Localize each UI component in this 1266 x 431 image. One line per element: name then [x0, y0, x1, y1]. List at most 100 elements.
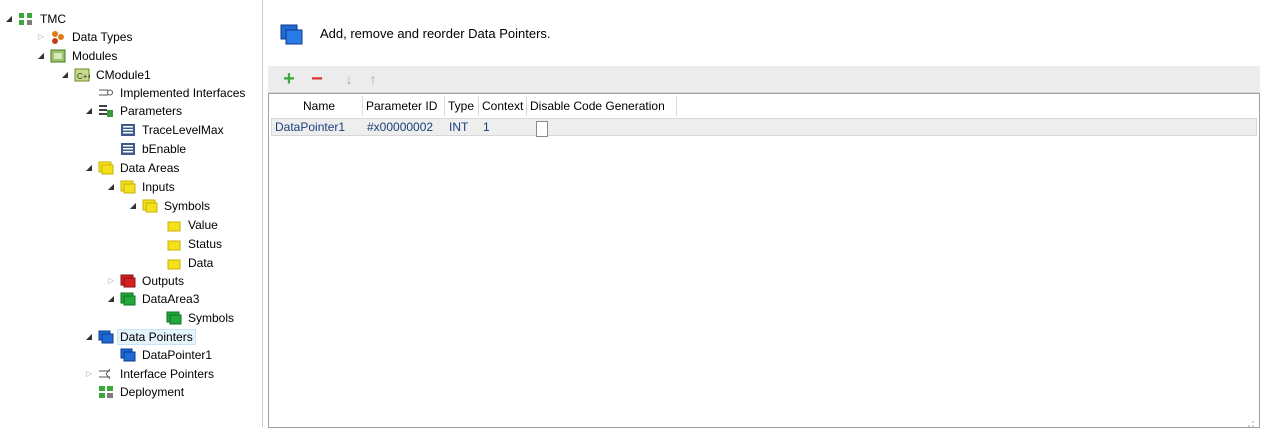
- tree-label-cmodule1: CModule1: [96, 68, 151, 82]
- expand-toggle-icon[interactable]: ◢: [106, 294, 116, 304]
- expand-toggle-icon[interactable]: ◢: [106, 182, 116, 192]
- tree-node-tmc[interactable]: ◢ TMC: [4, 10, 68, 28]
- interface-pointer-icon: [98, 367, 114, 381]
- yellow-square-icon: [166, 256, 182, 270]
- move-up-button[interactable]: ↑: [364, 69, 382, 89]
- tree-node-outputs[interactable]: ▷ Outputs: [106, 272, 186, 290]
- cpp-module-icon: C++: [74, 68, 92, 82]
- tree-node-deployment[interactable]: Deployment: [84, 383, 186, 401]
- tree-label-symbols-2: Symbols: [188, 311, 235, 325]
- data-pointers-header-icon: [280, 24, 304, 46]
- expand-toggle-icon[interactable]: ◢: [84, 163, 94, 173]
- tree-node-modules[interactable]: ◢ Modules: [36, 47, 119, 65]
- tree-label-outputs: Outputs: [142, 274, 185, 288]
- tree-node-data-area3[interactable]: ◢ DataArea3: [106, 290, 201, 308]
- red-folder-icon: [120, 274, 136, 288]
- green-folder-icon: [166, 311, 182, 325]
- tree-label-value: Value: [188, 218, 218, 232]
- data-types-icon: [50, 30, 66, 44]
- expand-toggle-icon[interactable]: ◢: [36, 51, 46, 61]
- tree-node-data-pointer1[interactable]: DataPointer1: [106, 346, 214, 364]
- tree-node-symbols[interactable]: ◢ Symbols: [128, 197, 212, 215]
- yellow-square-icon: [166, 218, 182, 232]
- yellow-folder-icon: [142, 199, 158, 213]
- tree-label-trace-level-max: TraceLevelMax: [142, 123, 224, 137]
- column-header-type[interactable]: Type: [445, 96, 479, 116]
- tree-label-data: Data: [188, 256, 214, 270]
- tree-label-tmc: TMC: [40, 12, 66, 26]
- collapsed-toggle-icon[interactable]: ▷: [36, 32, 46, 42]
- column-header-name[interactable]: Name: [269, 96, 363, 116]
- tree-node-data[interactable]: Data: [152, 254, 215, 272]
- modules-icon: [50, 49, 66, 63]
- parameters-icon: [98, 104, 114, 118]
- tree-label-deployment: Deployment: [120, 385, 185, 399]
- cell-name[interactable]: DataPointer1: [272, 119, 364, 135]
- solution-tree[interactable]: ◢ TMC ▷ Data Types ◢ Modules ◢ C++ CModu…: [0, 0, 263, 427]
- tree-node-interface-pointers[interactable]: ▷ Interface Pointers: [84, 365, 216, 383]
- parameter-icon: [120, 123, 136, 137]
- tree-node-trace-level-max[interactable]: TraceLevelMax: [106, 121, 226, 139]
- expand-toggle-icon[interactable]: ◢: [4, 14, 14, 24]
- tree-node-symbols-2[interactable]: Symbols: [152, 309, 236, 327]
- expand-toggle-icon[interactable]: ◢: [60, 70, 70, 80]
- column-header-disable-code-generation[interactable]: Disable Code Generation: [527, 96, 677, 116]
- remove-button[interactable]: −: [308, 68, 326, 90]
- grid-header-row: Name Parameter ID Type Context Disable C…: [269, 96, 677, 116]
- deployment-icon: [98, 385, 114, 399]
- cell-parameter-id[interactable]: #x00000002: [364, 119, 446, 135]
- cell-disable-code-generation: [528, 119, 678, 137]
- tree-label-inputs: Inputs: [142, 180, 175, 194]
- tmc-icon: [18, 12, 34, 26]
- blue-pointer-icon: [120, 348, 136, 362]
- column-header-parameter-id[interactable]: Parameter ID: [363, 96, 445, 116]
- data-pointers-grid[interactable]: Name Parameter ID Type Context Disable C…: [268, 93, 1260, 428]
- yellow-folder-icon: [120, 180, 136, 194]
- tree-label-b-enable: bEnable: [142, 142, 187, 156]
- table-row[interactable]: DataPointer1 #x00000002 INT 1: [271, 118, 1257, 137]
- interface-icon: [98, 86, 114, 100]
- svg-text:C++: C++: [77, 72, 90, 81]
- page-title: Add, remove and reorder Data Pointers.: [320, 26, 551, 41]
- tree-label-status: Status: [188, 237, 223, 251]
- expand-toggle-icon[interactable]: ◢: [84, 332, 94, 342]
- parameter-icon: [120, 142, 136, 156]
- yellow-square-icon: [166, 237, 182, 251]
- tree-label-symbols: Symbols: [164, 199, 211, 213]
- tree-label-interface-pointers: Interface Pointers: [120, 367, 215, 381]
- tree-node-parameters[interactable]: ◢ Parameters: [84, 102, 184, 120]
- tree-node-value[interactable]: Value: [152, 216, 220, 234]
- tree-node-cmodule1[interactable]: ◢ C++ CModule1: [60, 66, 153, 84]
- tree-node-data-areas[interactable]: ◢ Data Areas: [84, 159, 181, 177]
- tree-node-implemented-interfaces[interactable]: Implemented Interfaces: [84, 84, 247, 102]
- tree-node-data-pointers[interactable]: ◢ Data Pointers: [84, 328, 196, 346]
- green-folder-icon: [120, 292, 136, 306]
- tree-label-data-types: Data Types: [72, 30, 133, 44]
- tree-node-status[interactable]: Status: [152, 235, 224, 253]
- resize-grip-icon[interactable]: [1247, 417, 1255, 427]
- tree-label-data-pointers: Data Pointers: [117, 329, 196, 345]
- tree-label-implemented-interfaces: Implemented Interfaces: [120, 86, 246, 100]
- data-pointers-editor: Add, remove and reorder Data Pointers. +…: [268, 0, 1266, 428]
- column-header-context[interactable]: Context: [479, 96, 527, 116]
- collapsed-toggle-icon[interactable]: ▷: [84, 369, 94, 379]
- yellow-folder-icon: [98, 161, 114, 175]
- blue-pointer-icon: [98, 330, 114, 344]
- disable-code-generation-checkbox[interactable]: [536, 121, 548, 137]
- move-down-button[interactable]: ↓: [340, 69, 358, 89]
- tree-node-data-types[interactable]: ▷ Data Types: [36, 28, 134, 46]
- tree-label-data-area3: DataArea3: [142, 292, 200, 306]
- tree-node-b-enable[interactable]: bEnable: [106, 140, 188, 158]
- cell-type[interactable]: INT: [446, 119, 480, 135]
- tree-label-data-pointer1: DataPointer1: [142, 348, 213, 362]
- add-button[interactable]: +: [280, 68, 298, 90]
- cell-context[interactable]: 1: [480, 119, 528, 135]
- expand-toggle-icon[interactable]: ◢: [84, 106, 94, 116]
- tree-node-inputs[interactable]: ◢ Inputs: [106, 178, 177, 196]
- tree-label-parameters: Parameters: [120, 104, 183, 118]
- tree-label-data-areas: Data Areas: [120, 161, 180, 175]
- toolbar: + − ↓ ↑: [268, 66, 1260, 93]
- collapsed-toggle-icon[interactable]: ▷: [106, 276, 116, 286]
- expand-toggle-icon[interactable]: ◢: [128, 201, 138, 211]
- tree-label-modules: Modules: [72, 49, 118, 63]
